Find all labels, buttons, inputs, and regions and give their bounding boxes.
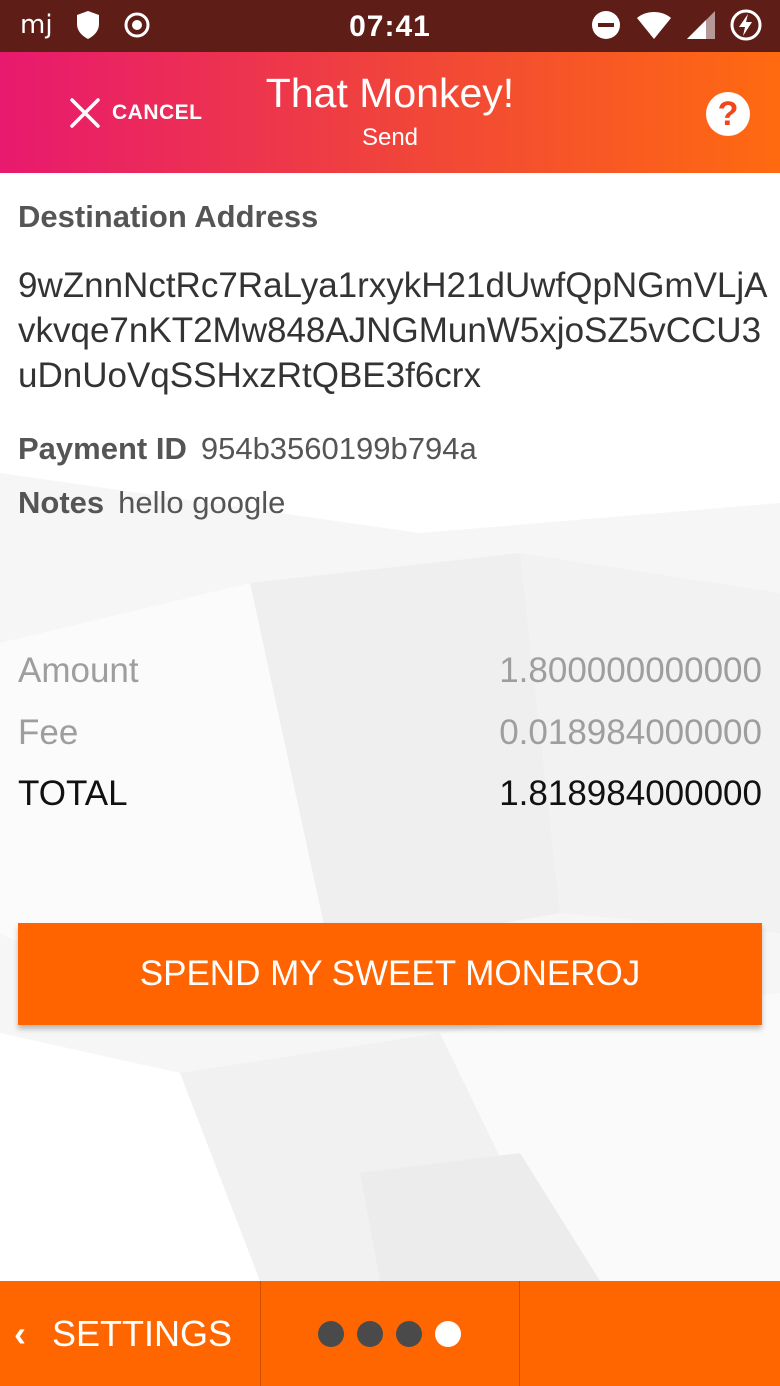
amount-label: Amount bbox=[18, 651, 139, 690]
fee-label: Fee bbox=[18, 713, 79, 752]
page-indicator-dot bbox=[396, 1321, 422, 1347]
notes-row: Notes hello google bbox=[18, 485, 285, 521]
app-bar: CANCEL That Monkey! Send ? bbox=[0, 52, 780, 173]
fee-value: 0.018984000000 bbox=[499, 713, 762, 752]
page-title: That Monkey! bbox=[265, 70, 515, 116]
divider bbox=[519, 1281, 520, 1386]
page-indicator-dot bbox=[318, 1321, 344, 1347]
chevron-left-icon: ‹ bbox=[14, 1312, 26, 1354]
destination-address: 9wZnnNctRc7RaLya1rxykH21dUwfQpNGmVLjAvkv… bbox=[18, 266, 768, 395]
payment-id-value: 954b3560199b794a bbox=[200, 431, 477, 466]
spend-button[interactable]: SPEND MY SWEET MONEROJ bbox=[18, 923, 762, 1025]
destination-address-label: Destination Address bbox=[18, 199, 319, 234]
send-confirmation-panel: Destination Address 9wZnnNctRc7RaLya1rxy… bbox=[0, 173, 780, 1281]
payment-id-row: Payment ID 954b3560199b794a bbox=[18, 431, 477, 467]
help-icon[interactable]: ? bbox=[706, 92, 750, 136]
wifi-icon bbox=[637, 12, 671, 39]
amount-row: Amount 1.800000000000 bbox=[18, 651, 762, 691]
dnd-icon bbox=[592, 11, 620, 39]
fee-row: Fee 0.018984000000 bbox=[18, 713, 762, 753]
signal-icon bbox=[687, 11, 715, 39]
settings-label: SETTINGS bbox=[52, 1312, 233, 1354]
page-indicator bbox=[318, 1321, 461, 1347]
status-bar: mj 07:41 bbox=[0, 0, 780, 52]
total-label: TOTAL bbox=[18, 774, 128, 813]
page-indicator-dot bbox=[435, 1321, 461, 1347]
battery-charging-icon bbox=[730, 9, 762, 41]
notes-value: hello google bbox=[118, 485, 286, 520]
divider bbox=[260, 1281, 261, 1386]
notes-label: Notes bbox=[18, 485, 105, 520]
bottom-navigation-bar: ‹ SETTINGS bbox=[0, 1281, 780, 1386]
payment-id-label: Payment ID bbox=[18, 431, 187, 466]
total-value: 1.818984000000 bbox=[499, 774, 762, 813]
page-indicator-dot bbox=[357, 1321, 383, 1347]
page-subtitle: Send bbox=[361, 124, 419, 151]
total-row: TOTAL 1.818984000000 bbox=[18, 774, 762, 814]
amount-value: 1.800000000000 bbox=[499, 651, 762, 690]
settings-back-button[interactable]: ‹ SETTINGS bbox=[14, 1281, 232, 1386]
